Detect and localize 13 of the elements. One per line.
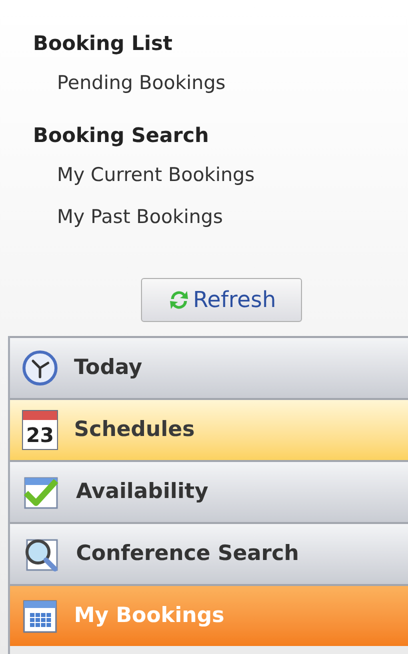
- nav-link[interactable]: Pending Bookings: [57, 62, 226, 104]
- nav-bar-item[interactable]: 23 Schedules: [10, 398, 408, 460]
- nav-bar-item[interactable]: Availability: [10, 460, 408, 522]
- nav-link[interactable]: My Past Bookings: [57, 196, 223, 238]
- nav-link[interactable]: My Current Bookings: [57, 154, 255, 196]
- refresh-button[interactable]: Refresh: [141, 278, 302, 322]
- clock-icon: [22, 350, 58, 386]
- nav-bar-item[interactable]: Today: [10, 336, 408, 398]
- section-heading: Booking List: [33, 30, 174, 56]
- nav-bar-item[interactable]: Conference Search: [10, 522, 408, 584]
- calendar-icon: [22, 598, 58, 634]
- section-heading: Booking Search: [33, 122, 210, 148]
- calendar-icon: 23: [22, 410, 58, 450]
